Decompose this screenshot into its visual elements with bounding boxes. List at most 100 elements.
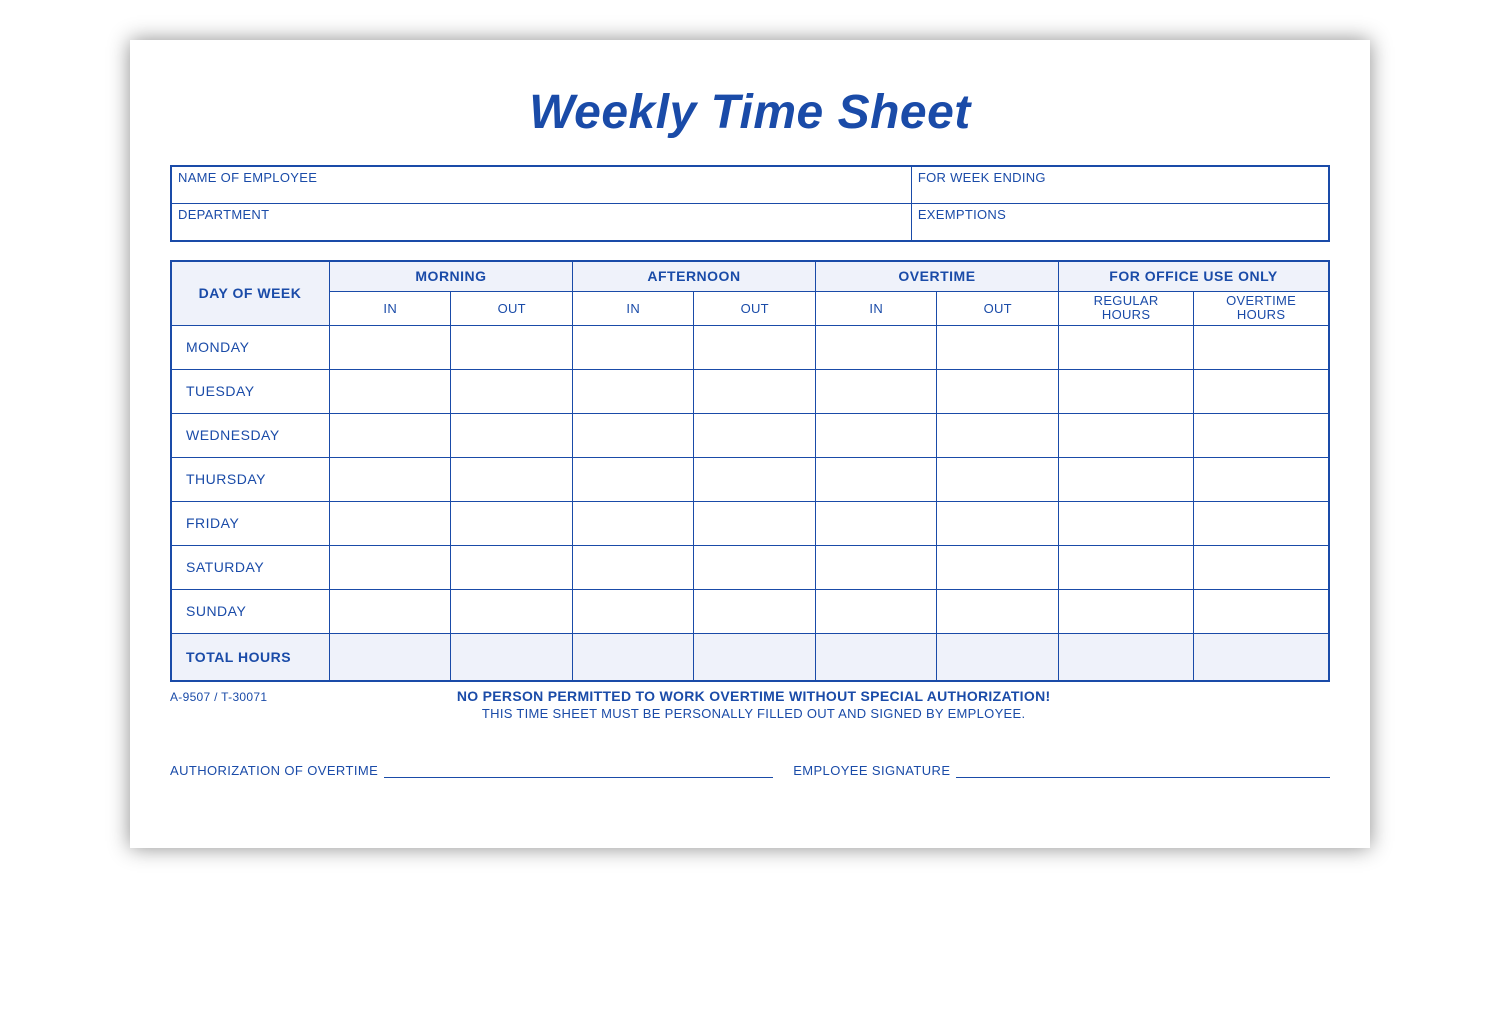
cell-regular-hours[interactable]: [1058, 369, 1193, 413]
cell-morning-out[interactable]: [451, 413, 573, 457]
table-row: SATURDAY: [171, 545, 1329, 589]
header-afternoon-out: OUT: [694, 291, 816, 325]
cell-afternoon-out[interactable]: [694, 589, 816, 633]
cell-afternoon-out[interactable]: [694, 369, 816, 413]
cell-afternoon-in[interactable]: [572, 413, 694, 457]
cell-morning-in[interactable]: [329, 501, 451, 545]
header-overtime-in: IN: [815, 291, 937, 325]
cell-overtime-hours[interactable]: [1194, 545, 1329, 589]
cell-afternoon-in[interactable]: [572, 369, 694, 413]
timesheet-form: Weekly Time Sheet NAME OF EMPLOYEE FOR W…: [130, 40, 1370, 848]
cell-afternoon-out[interactable]: [694, 545, 816, 589]
cell-regular-hours[interactable]: [1058, 589, 1193, 633]
header-overtime-hours: OVERTIMEHOURS: [1194, 291, 1329, 325]
total-regular-hours: [1058, 633, 1193, 681]
table-row: MONDAY: [171, 325, 1329, 369]
cell-overtime-in[interactable]: [815, 413, 937, 457]
cell-overtime-out[interactable]: [937, 369, 1059, 413]
header-afternoon-in: IN: [572, 291, 694, 325]
cell-morning-in[interactable]: [329, 369, 451, 413]
header-morning-in: IN: [329, 291, 451, 325]
cell-overtime-hours[interactable]: [1194, 457, 1329, 501]
cell-afternoon-in[interactable]: [572, 457, 694, 501]
cell-regular-hours[interactable]: [1058, 457, 1193, 501]
cell-afternoon-out[interactable]: [694, 501, 816, 545]
employee-signature-label: EMPLOYEE SIGNATURE: [793, 763, 950, 778]
employee-name-field[interactable]: NAME OF EMPLOYEE: [172, 167, 912, 203]
cell-morning-in[interactable]: [329, 589, 451, 633]
cell-morning-out[interactable]: [451, 325, 573, 369]
cell-regular-hours[interactable]: [1058, 325, 1193, 369]
cell-overtime-out[interactable]: [937, 325, 1059, 369]
header-morning-out: OUT: [451, 291, 573, 325]
day-label: TUESDAY: [171, 369, 329, 413]
cell-afternoon-in[interactable]: [572, 325, 694, 369]
cell-overtime-hours[interactable]: [1194, 369, 1329, 413]
day-label: WEDNESDAY: [171, 413, 329, 457]
total-morning-out: [451, 633, 573, 681]
cell-morning-out[interactable]: [451, 545, 573, 589]
cell-overtime-hours[interactable]: [1194, 413, 1329, 457]
cell-overtime-in[interactable]: [815, 369, 937, 413]
cell-afternoon-in[interactable]: [572, 589, 694, 633]
cell-overtime-in[interactable]: [815, 325, 937, 369]
cell-afternoon-out[interactable]: [694, 457, 816, 501]
cell-morning-in[interactable]: [329, 457, 451, 501]
cell-regular-hours[interactable]: [1058, 413, 1193, 457]
cell-morning-in[interactable]: [329, 545, 451, 589]
cell-morning-in[interactable]: [329, 413, 451, 457]
cell-overtime-hours[interactable]: [1194, 325, 1329, 369]
cell-overtime-out[interactable]: [937, 545, 1059, 589]
total-label: TOTAL HOURS: [171, 633, 329, 681]
total-morning-in: [329, 633, 451, 681]
cell-morning-out[interactable]: [451, 457, 573, 501]
cell-overtime-hours[interactable]: [1194, 589, 1329, 633]
cell-overtime-out[interactable]: [937, 589, 1059, 633]
day-label: SUNDAY: [171, 589, 329, 633]
table-row: TUESDAY: [171, 369, 1329, 413]
table-row: THURSDAY: [171, 457, 1329, 501]
cell-overtime-in[interactable]: [815, 457, 937, 501]
cell-overtime-out[interactable]: [937, 457, 1059, 501]
exemptions-field[interactable]: EXEMPTIONS: [912, 204, 1328, 240]
cell-afternoon-out[interactable]: [694, 325, 816, 369]
table-row: WEDNESDAY: [171, 413, 1329, 457]
day-label: MONDAY: [171, 325, 329, 369]
cell-overtime-out[interactable]: [937, 413, 1059, 457]
total-overtime-out: [937, 633, 1059, 681]
cell-regular-hours[interactable]: [1058, 545, 1193, 589]
cell-afternoon-out[interactable]: [694, 413, 816, 457]
cell-regular-hours[interactable]: [1058, 501, 1193, 545]
timesheet-table: DAY OF WEEK MORNING AFTERNOON OVERTIME F…: [170, 260, 1330, 682]
total-afternoon-out: [694, 633, 816, 681]
cell-morning-in[interactable]: [329, 325, 451, 369]
week-ending-field[interactable]: FOR WEEK ENDING: [912, 167, 1328, 203]
day-label: SATURDAY: [171, 545, 329, 589]
cell-morning-out[interactable]: [451, 501, 573, 545]
form-title: Weekly Time Sheet: [170, 85, 1330, 140]
cell-afternoon-in[interactable]: [572, 501, 694, 545]
info-box: NAME OF EMPLOYEE FOR WEEK ENDING DEPARTM…: [170, 165, 1330, 242]
header-office: FOR OFFICE USE ONLY: [1058, 261, 1329, 291]
employee-signature-line[interactable]: [956, 764, 1330, 778]
form-code: A-9507 / T-30071: [170, 688, 267, 704]
total-row: TOTAL HOURS: [171, 633, 1329, 681]
header-overtime-out: OUT: [937, 291, 1059, 325]
table-row: FRIDAY: [171, 501, 1329, 545]
cell-overtime-in[interactable]: [815, 589, 937, 633]
cell-afternoon-in[interactable]: [572, 545, 694, 589]
cell-overtime-in[interactable]: [815, 545, 937, 589]
cell-morning-out[interactable]: [451, 589, 573, 633]
department-field[interactable]: DEPARTMENT: [172, 204, 912, 240]
authorization-line[interactable]: [384, 764, 773, 778]
cell-overtime-out[interactable]: [937, 501, 1059, 545]
total-overtime-in: [815, 633, 937, 681]
cell-morning-out[interactable]: [451, 369, 573, 413]
table-row: SUNDAY: [171, 589, 1329, 633]
cell-overtime-in[interactable]: [815, 501, 937, 545]
authorization-label: AUTHORIZATION OF OVERTIME: [170, 763, 378, 778]
cell-overtime-hours[interactable]: [1194, 501, 1329, 545]
overtime-warning: NO PERSON PERMITTED TO WORK OVERTIME WIT…: [267, 688, 1240, 704]
footer-row: A-9507 / T-30071 NO PERSON PERMITTED TO …: [170, 688, 1330, 721]
header-day: DAY OF WEEK: [171, 261, 329, 325]
